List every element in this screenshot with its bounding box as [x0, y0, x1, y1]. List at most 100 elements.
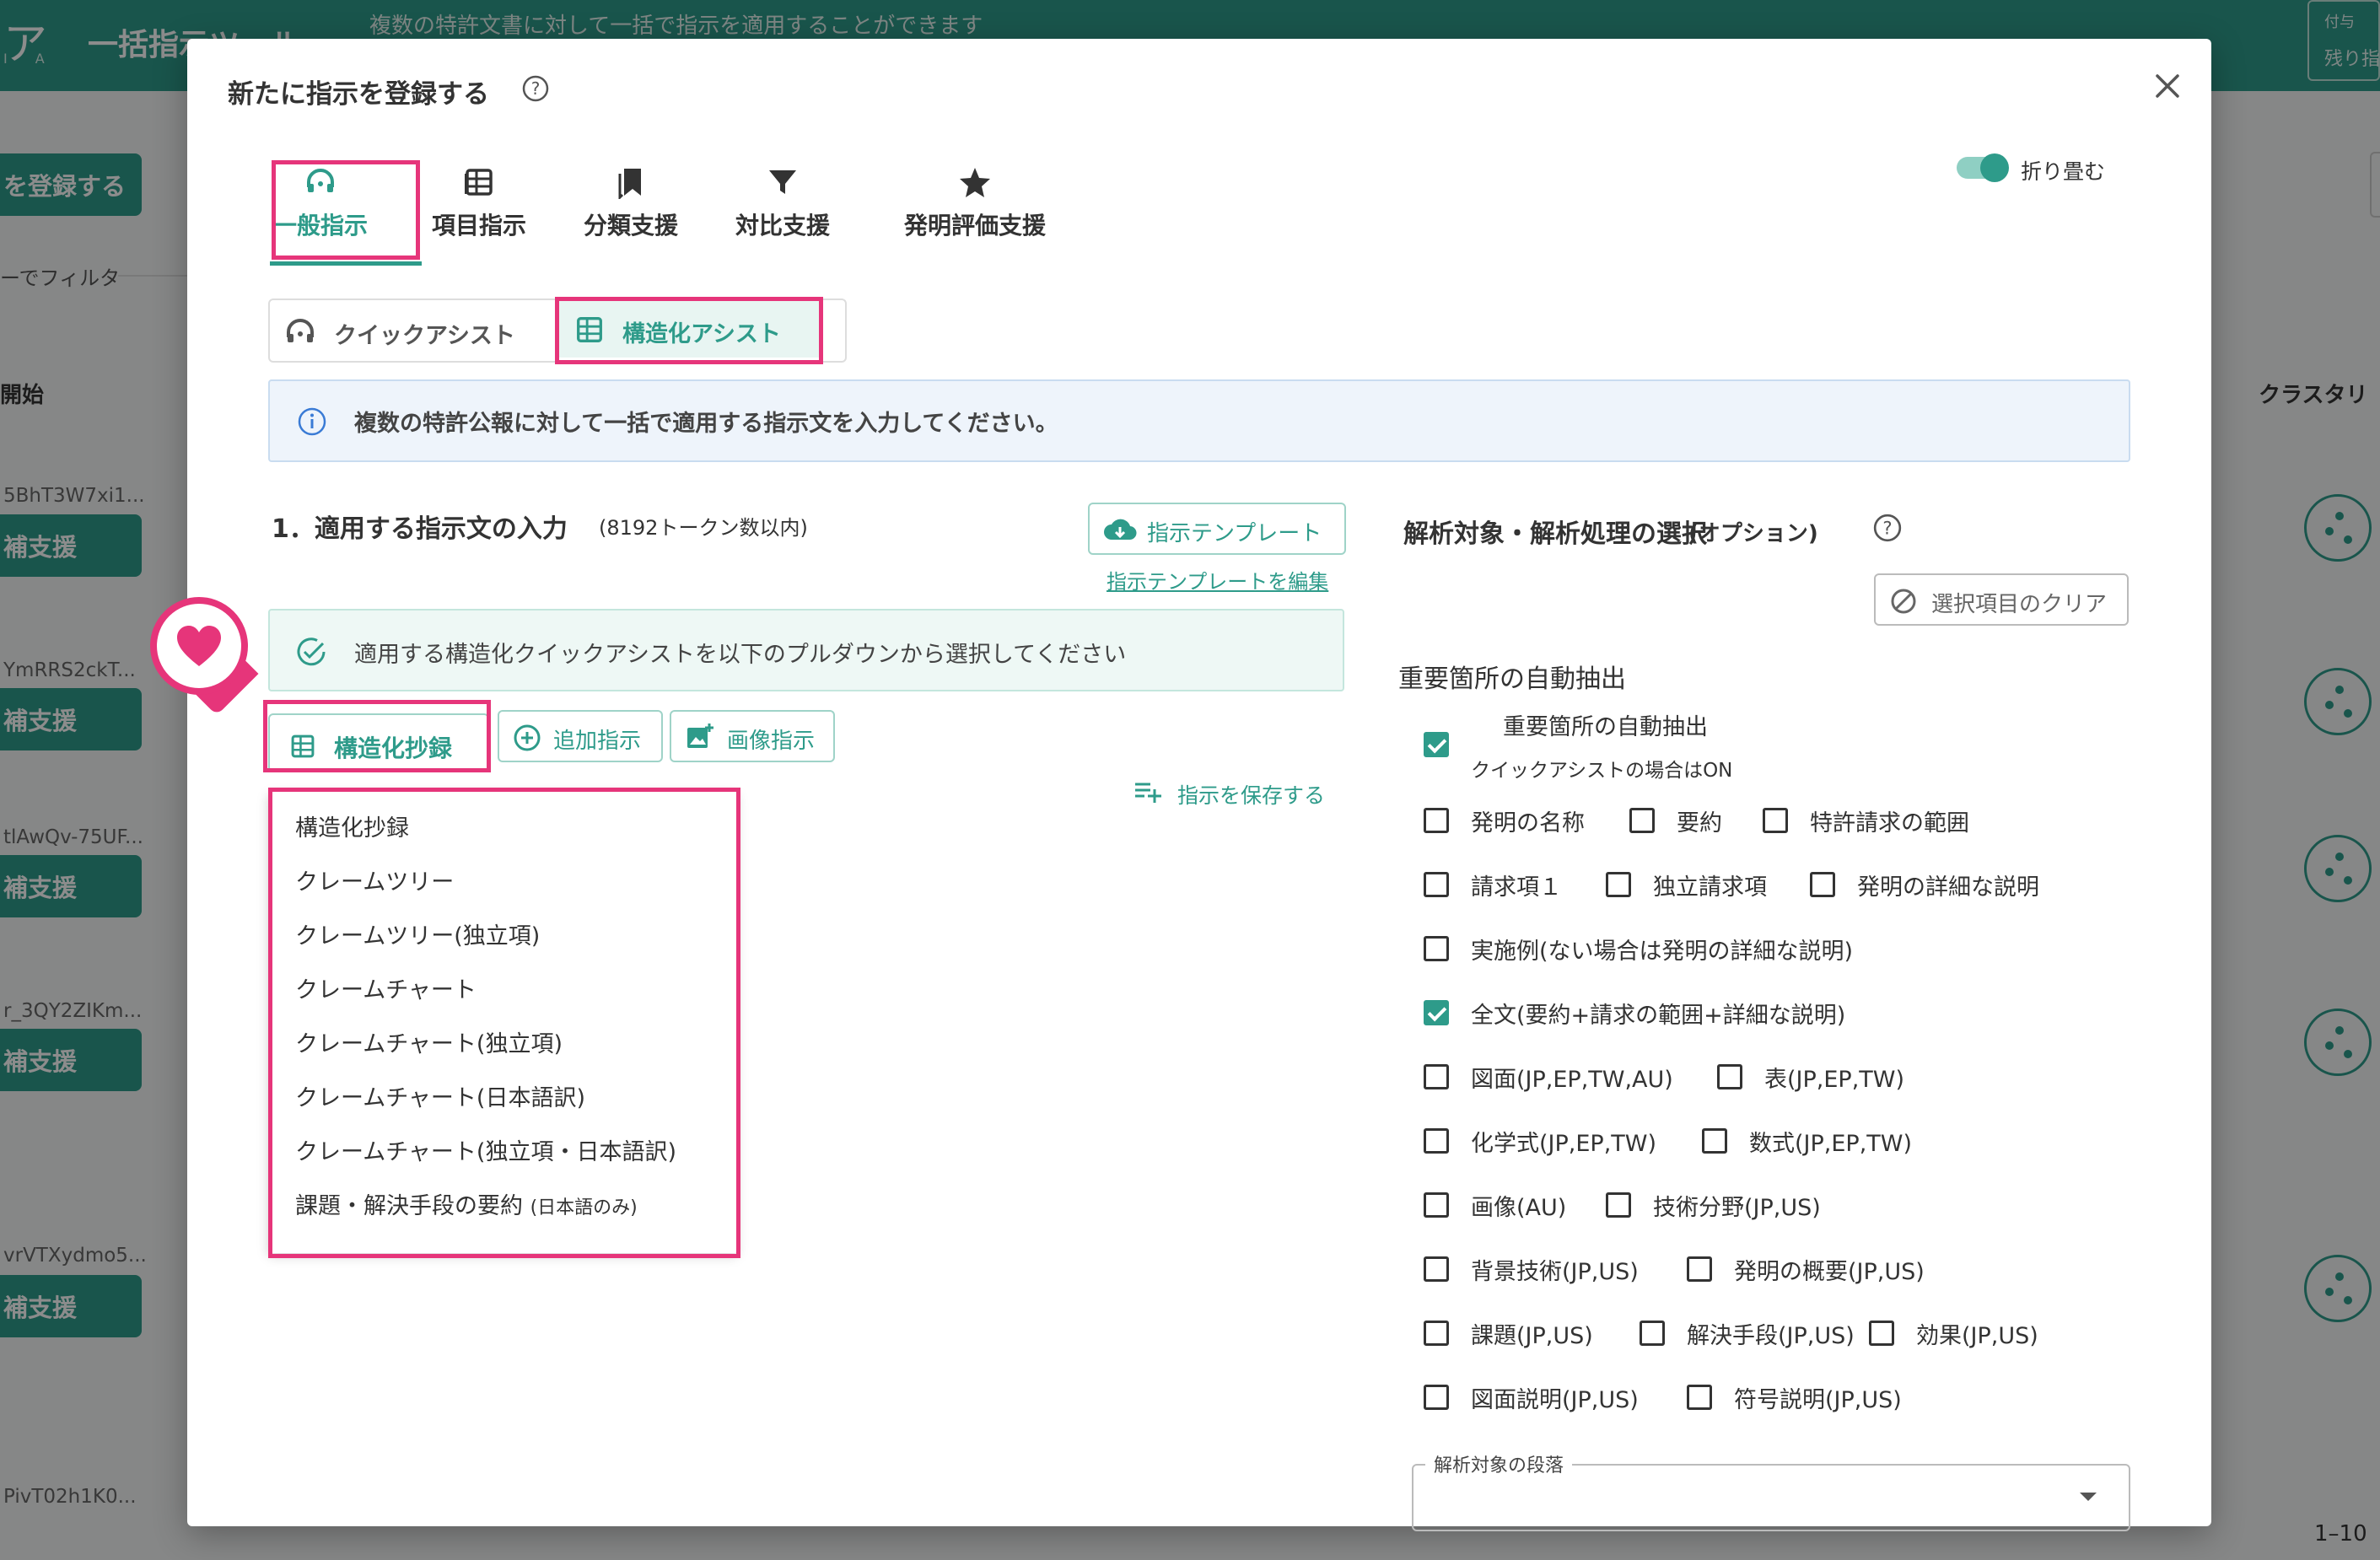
tab-label: 発明評価支援	[903, 212, 1046, 239]
tab-comparison-support[interactable]: 対比支援	[735, 165, 830, 241]
auto-extract-note: クイックアシストの場合はON	[1471, 760, 1733, 782]
help-icon[interactable]: ?	[521, 74, 550, 103]
modal-title: 新たに指示を登録する	[228, 79, 489, 110]
tab-classification-support[interactable]: 分類支援	[584, 165, 678, 241]
edit-template-link[interactable]: 指示テンプレートを編集	[1107, 565, 1328, 594]
checkbox[interactable]	[1629, 808, 1655, 833]
checkbox[interactable]	[1640, 1321, 1665, 1346]
dropdown-option[interactable]: クレームチャート(日本語訳)	[295, 1079, 585, 1112]
filter-icon	[769, 170, 796, 194]
checkbox-label: 請求項１	[1471, 874, 1562, 901]
checkbox[interactable]	[1424, 872, 1449, 897]
tab-label: 項目指示	[432, 212, 527, 239]
checkbox[interactable]	[1424, 1128, 1449, 1154]
checkbox-label: 解決手段(JP,US)	[1687, 1323, 1855, 1349]
svg-text:?: ?	[531, 78, 541, 99]
help-icon[interactable]: ?	[1872, 513, 1903, 543]
dropdown-option[interactable]: クレームチャート	[295, 971, 477, 1004]
register-instruction-modal: 新たに指示を登録する ? 折り畳む 一般指示 項目指示 分類支援 対比支援 発明…	[187, 39, 2211, 1531]
checkbox[interactable]	[1424, 1192, 1449, 1218]
highlight-box	[263, 700, 491, 772]
save-link-label: 指示を保存する	[1177, 783, 1326, 808]
paragraph-select-label: 解析対象の段落	[1425, 1450, 1573, 1477]
checkbox[interactable]	[1702, 1128, 1727, 1154]
pointer-callout	[148, 595, 267, 716]
button-label: 指示テンプレート	[1147, 521, 1322, 546]
collapse-toggle[interactable]	[1957, 153, 2009, 182]
dropdown-arrow-icon	[2080, 1493, 2097, 1501]
tab-label: 分類支援	[584, 212, 679, 239]
tab-item-instruction[interactable]: 項目指示	[432, 165, 526, 241]
check-circle-icon	[297, 637, 326, 666]
checkbox-label: 要約	[1677, 810, 1722, 836]
tab-label: 対比支援	[735, 212, 831, 239]
checkbox-label: 符号説明(JP,US)	[1734, 1387, 1902, 1413]
checkbox-label: 実施例(ない場合は発明の詳細な説明)	[1471, 939, 1854, 965]
checkbox[interactable]	[1424, 936, 1449, 961]
add-instruction-button[interactable]: 追加指示	[498, 710, 663, 762]
cloud-download-icon	[1104, 519, 1137, 541]
checkbox-label: 図面説明(JP,US)	[1471, 1387, 1639, 1413]
clear-selection-button[interactable]: 選択項目のクリア	[1874, 573, 2129, 626]
assist-hint-box: 適用する構造化クイックアシストを以下のプルダウンから選択してください	[268, 609, 1344, 691]
checkbox[interactable]	[1606, 1192, 1631, 1218]
checkbox[interactable]	[1687, 1385, 1712, 1410]
checkbox[interactable]	[1424, 808, 1449, 833]
tab-invention-evaluation[interactable]: 発明評価支援	[901, 165, 1049, 241]
button-label: 画像指示	[727, 729, 816, 754]
collapse-label: 折り畳む	[2021, 159, 2106, 184]
checkbox-label: 画像(AU)	[1471, 1195, 1567, 1221]
button-label: 選択項目のクリア	[1931, 592, 2108, 617]
svg-text:?: ?	[1882, 517, 1892, 538]
checkbox-label: 技術分野(JP,US)	[1653, 1195, 1821, 1221]
assist-hint-text: 適用する構造化クイックアシストを以下のプルダウンから選択してください	[354, 642, 1127, 668]
add-circle-icon	[514, 724, 541, 751]
checkbox[interactable]	[1424, 1064, 1449, 1089]
checkbox[interactable]	[1763, 808, 1788, 833]
heart-icon	[177, 626, 221, 666]
block-icon	[1891, 589, 1916, 614]
checkbox[interactable]	[1810, 872, 1835, 897]
section1-title: 1．適用する指示文の入力	[272, 514, 568, 544]
highlight-box	[555, 297, 823, 364]
checkbox-label: 発明の名称	[1471, 810, 1585, 836]
checkbox[interactable]	[1424, 1385, 1449, 1410]
dropdown-option[interactable]: クレームツリー	[295, 863, 454, 896]
close-icon[interactable]	[2152, 71, 2183, 101]
dropdown-option[interactable]: クレームチャート(独立項)	[295, 1025, 563, 1058]
instruction-template-button[interactable]: 指示テンプレート	[1088, 503, 1346, 555]
toggle-knob	[1980, 153, 2009, 182]
checkbox-label: 発明の詳細な説明	[1857, 874, 2039, 901]
add-image-icon	[687, 724, 713, 748]
checkbox-label: 独立請求項	[1653, 874, 1767, 901]
dropdown-option[interactable]: クレームチャート(独立項・日本語訳)	[295, 1133, 676, 1166]
checkbox-label: 課題(JP,US)	[1471, 1323, 1593, 1349]
save-instruction-link[interactable]: 指示を保存する	[1133, 776, 1353, 810]
checkbox[interactable]	[1606, 872, 1631, 897]
checkbox-label: 全文(要約+請求の範囲+詳細な説明)	[1471, 1003, 1846, 1029]
dropdown-option[interactable]: 構造化抄録	[295, 810, 409, 842]
auto-extract-checkbox[interactable]	[1424, 732, 1449, 757]
section2-title-note: (オプション)	[1688, 521, 1818, 546]
checkbox[interactable]	[1424, 1321, 1449, 1346]
table-icon	[465, 169, 493, 196]
checkbox-label: 図面(JP,EP,TW,AU)	[1471, 1067, 1673, 1093]
image-instruction-button[interactable]: 画像指示	[670, 710, 835, 762]
dropdown-option[interactable]: 課題・解決手段の要約 (日本語のみ)	[295, 1187, 638, 1220]
checkbox[interactable]	[1869, 1321, 1894, 1346]
checkbox-label: 数式(JP,EP,TW)	[1749, 1131, 1913, 1157]
info-icon	[298, 407, 326, 436]
playlist-add-icon	[1135, 783, 1161, 803]
checkbox-label: 発明の概要(JP,US)	[1734, 1259, 1925, 1285]
dropdown-option[interactable]: クレームツリー(独立項)	[295, 917, 540, 950]
checkbox[interactable]	[1424, 1256, 1449, 1282]
checkbox-label: 表(JP,EP,TW)	[1764, 1067, 1905, 1093]
checkbox[interactable]	[1424, 1000, 1449, 1025]
section2-title: 解析対象・解析処理の選択	[1403, 519, 1707, 549]
checkbox[interactable]	[1717, 1064, 1742, 1089]
dropdown-option-label: 課題・解決手段の要約	[295, 1193, 523, 1219]
checkbox-label: 背景技術(JP,US)	[1471, 1259, 1639, 1285]
highlight-box	[272, 160, 420, 260]
subtab-quick-assist[interactable]: クイックアシスト	[280, 314, 515, 352]
checkbox[interactable]	[1687, 1256, 1712, 1282]
